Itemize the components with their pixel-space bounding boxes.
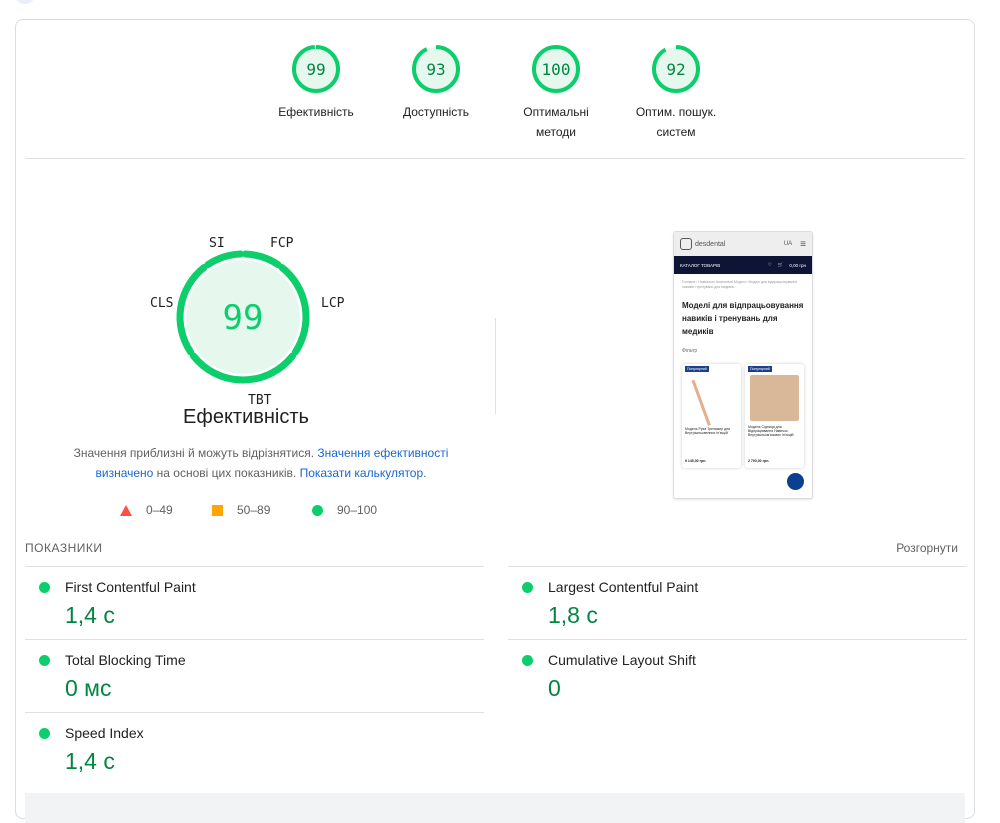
svg-text:100: 100 bbox=[542, 60, 571, 79]
thumb-logo: desdental bbox=[695, 240, 726, 248]
legend-label: 90–100 bbox=[337, 503, 378, 517]
score-gauge: 93 bbox=[412, 45, 460, 93]
svg-text:99: 99 bbox=[306, 60, 325, 79]
score-best-practices[interactable]: 100 Оптимальні методи bbox=[496, 44, 616, 142]
legend-average: 50–89 bbox=[212, 503, 270, 517]
score-accessibility[interactable]: 93 Доступність bbox=[376, 44, 496, 122]
thumb-catalog: КАТАЛОГ ТОВАРІВ bbox=[680, 262, 721, 268]
svg-text:93: 93 bbox=[426, 60, 445, 79]
metric-value: 1,8 с bbox=[548, 602, 598, 628]
legend-pass: 90–100 bbox=[312, 503, 377, 517]
performance-title: Ефективність bbox=[183, 406, 309, 428]
chat-button-icon bbox=[787, 473, 804, 490]
thumb-breadcrumb: Головна / Навчальні Анатомічні Моделі / … bbox=[682, 280, 798, 289]
metric-name: First Contentful Paint bbox=[65, 579, 196, 595]
thumb-title: Моделі для відпрацьовування навиків і тр… bbox=[682, 301, 804, 336]
legend-label: 0–49 bbox=[146, 503, 173, 517]
score-seo[interactable]: 92 Оптим. пошук. систем bbox=[616, 44, 736, 142]
score-label: Доступність bbox=[402, 105, 470, 119]
divider bbox=[495, 318, 496, 414]
metric-value: 1,4 с bbox=[65, 602, 115, 628]
score-performance[interactable]: 99 Ефективність bbox=[256, 44, 376, 122]
thumb-price: 6 145,00 грн. bbox=[685, 459, 707, 463]
score-gauge: 92 bbox=[652, 45, 700, 93]
label-cls: CLS bbox=[150, 296, 174, 311]
metric-name: Largest Contentful Paint bbox=[548, 579, 699, 595]
divider bbox=[25, 158, 965, 159]
score-note: Значення приблизні й можуть відрізнятися… bbox=[46, 443, 476, 483]
top-avatar bbox=[16, 0, 34, 4]
pass-icon bbox=[39, 728, 50, 739]
circle-icon bbox=[312, 504, 323, 516]
thumb-product-name: Модель Сідниця для Відпрацювання Навичок… bbox=[748, 425, 794, 437]
performance-score: 99 bbox=[223, 298, 264, 338]
performance-gauge: 99 SI FCP LCP TBT CLS bbox=[146, 230, 346, 430]
bottom-bar bbox=[25, 793, 965, 823]
pass-icon bbox=[39, 582, 50, 593]
metric-value: 1,4 с bbox=[65, 748, 115, 774]
cart-icon: 🛒 bbox=[777, 262, 784, 267]
score-label: Оптим. пошук. систем bbox=[635, 105, 717, 139]
page-screenshot-thumbnail[interactable]: desdental UA ≡ КАТАЛОГ ТОВАРІВ ♡ 🛒 0,00 … bbox=[673, 231, 813, 499]
metric-cls: Cumulative Layout Shift 0 bbox=[508, 639, 967, 712]
logo-icon bbox=[680, 238, 692, 250]
expand-button[interactable]: Розгорнути bbox=[896, 541, 958, 555]
label-fcp: FCP bbox=[270, 236, 294, 251]
calculator-link[interactable]: Показати калькулятор bbox=[300, 466, 424, 480]
metric-tbt: Total Blocking Time 0 мс bbox=[25, 639, 484, 712]
pass-icon bbox=[522, 582, 533, 593]
metric-value: 0 bbox=[548, 675, 561, 701]
thumb-price: 2 700,00 грн. bbox=[748, 459, 770, 463]
square-icon bbox=[212, 504, 223, 516]
pass-icon bbox=[39, 655, 50, 666]
thumb-product-card: Популярний Модель Рука Тренажер для Внут… bbox=[682, 364, 741, 468]
thumb-filter: Фільтр bbox=[682, 348, 698, 354]
label-si: SI bbox=[209, 236, 225, 251]
thumb-product-card: Популярний Модель Сідниця для Відпрацюва… bbox=[745, 364, 804, 468]
thumb-lang: UA bbox=[783, 241, 793, 247]
product-image bbox=[750, 375, 799, 421]
note-text: Значення приблизні й можуть відрізнятися… bbox=[73, 446, 318, 460]
heart-icon: ♡ bbox=[767, 262, 772, 267]
metric-fcp: First Contentful Paint 1,4 с bbox=[25, 566, 484, 639]
note-text: . bbox=[423, 466, 427, 480]
legend-label: 50–89 bbox=[237, 503, 271, 517]
thumb-cart: 0,00 грн bbox=[789, 262, 806, 268]
metric-name: Cumulative Layout Shift bbox=[548, 652, 696, 668]
thumb-badge: Популярний bbox=[685, 366, 709, 372]
triangle-icon bbox=[120, 504, 132, 516]
metric-ring: 99 bbox=[176, 250, 310, 384]
thumb-badge: Популярний bbox=[748, 366, 772, 372]
score-label: Ефективність bbox=[278, 105, 354, 119]
score-gauge: 99 bbox=[292, 45, 340, 93]
score-label: Оптимальні методи bbox=[523, 105, 589, 139]
pass-icon bbox=[522, 655, 533, 666]
metric-name: Total Blocking Time bbox=[65, 652, 186, 668]
metric-lcp: Largest Contentful Paint 1,8 с bbox=[508, 566, 967, 639]
metric-value: 0 мс bbox=[65, 675, 112, 701]
svg-text:92: 92 bbox=[666, 60, 685, 79]
metric-si: Speed Index 1,4 с bbox=[25, 712, 484, 785]
product-image bbox=[691, 372, 732, 426]
metric-name: Speed Index bbox=[65, 725, 144, 741]
score-gauge: 100 bbox=[532, 45, 580, 93]
report-card: 99 Ефективність 93 Доступність 100 Оптим… bbox=[15, 19, 975, 823]
legend-fail: 0–49 bbox=[120, 503, 173, 517]
metrics-heading: ПОКАЗНИКИ bbox=[25, 541, 103, 555]
menu-icon: ≡ bbox=[800, 238, 806, 250]
thumb-product-name: Модель Рука Тренажер для Внутрішньовенни… bbox=[685, 427, 731, 435]
note-text: на основі цих показників. bbox=[153, 466, 300, 480]
label-lcp: LCP bbox=[321, 296, 345, 311]
